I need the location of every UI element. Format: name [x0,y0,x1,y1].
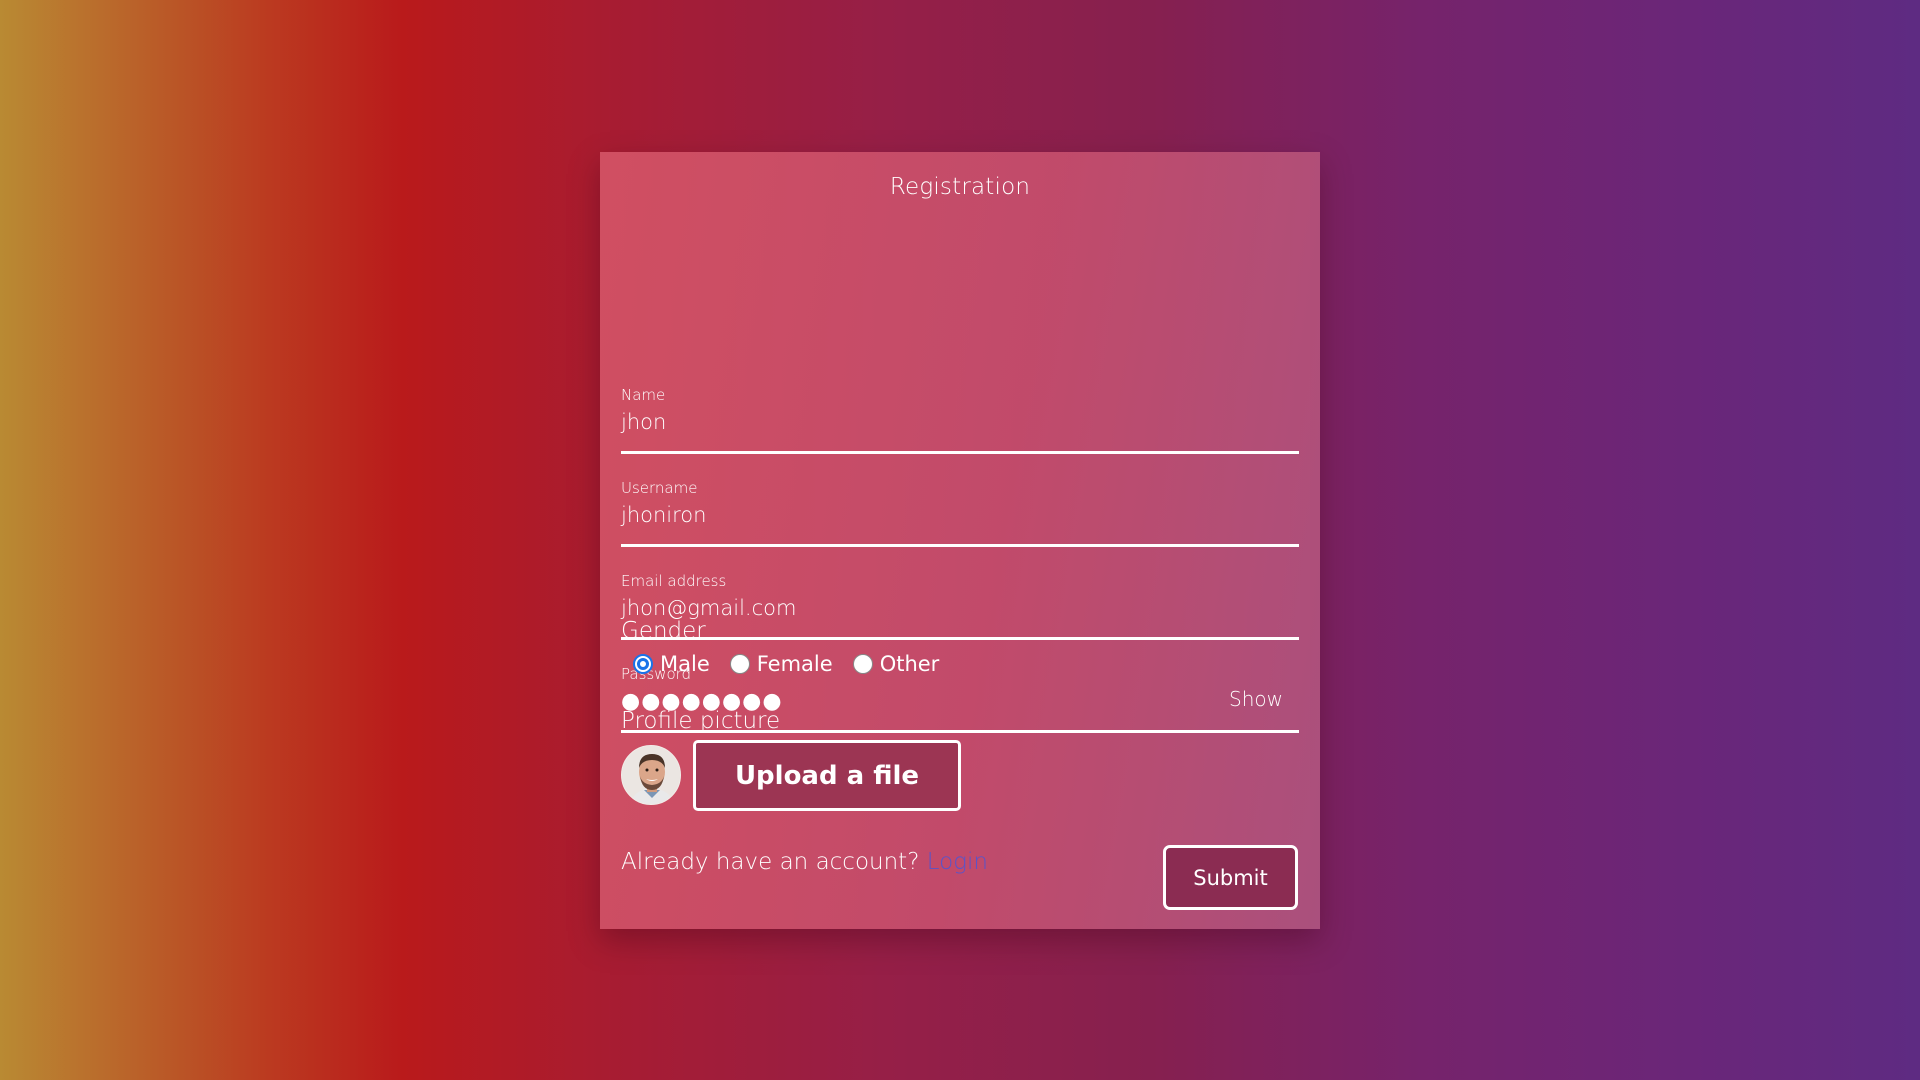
username-label: Username [621,479,698,497]
radio-male[interactable] [633,654,653,674]
avatar [621,745,681,805]
registration-card: Registration Name jhon Username jhoniron… [600,152,1320,929]
login-prompt: Already have an account? Login [621,849,988,875]
person-avatar-icon [622,746,680,804]
radio-other-label: Other [879,652,940,676]
email-label: Email address [621,572,727,590]
name-input[interactable]: jhon [621,410,666,434]
login-prompt-text: Already have an account? [621,849,920,875]
gender-radio-group: Male Female Other [633,652,959,676]
email-field[interactable]: Email address jhon@gmail.com [621,564,1299,640]
email-input[interactable]: jhon@gmail.com [621,596,796,620]
name-label: Name [621,386,666,404]
profile-picture-title: Profile picture [621,708,781,734]
gender-option-other[interactable]: Other [852,652,940,676]
username-field[interactable]: Username jhoniron [621,471,1299,547]
gender-title: Gender [621,618,706,644]
radio-female-label: Female [756,652,833,676]
radio-female[interactable] [729,654,750,674]
show-password-toggle[interactable]: Show [1229,687,1283,711]
gender-option-female[interactable]: Female [729,652,833,676]
form-title: Registration [889,174,1031,200]
upload-file-button[interactable]: Upload a file [693,740,961,811]
name-field[interactable]: Name jhon [621,378,1299,454]
login-link[interactable]: Login [927,849,988,875]
radio-male-label: Male [660,652,710,676]
username-input[interactable]: jhoniron [621,503,706,527]
radio-other[interactable] [852,654,873,674]
gender-option-male[interactable]: Male [633,652,710,676]
submit-button[interactable]: Submit [1163,845,1298,910]
